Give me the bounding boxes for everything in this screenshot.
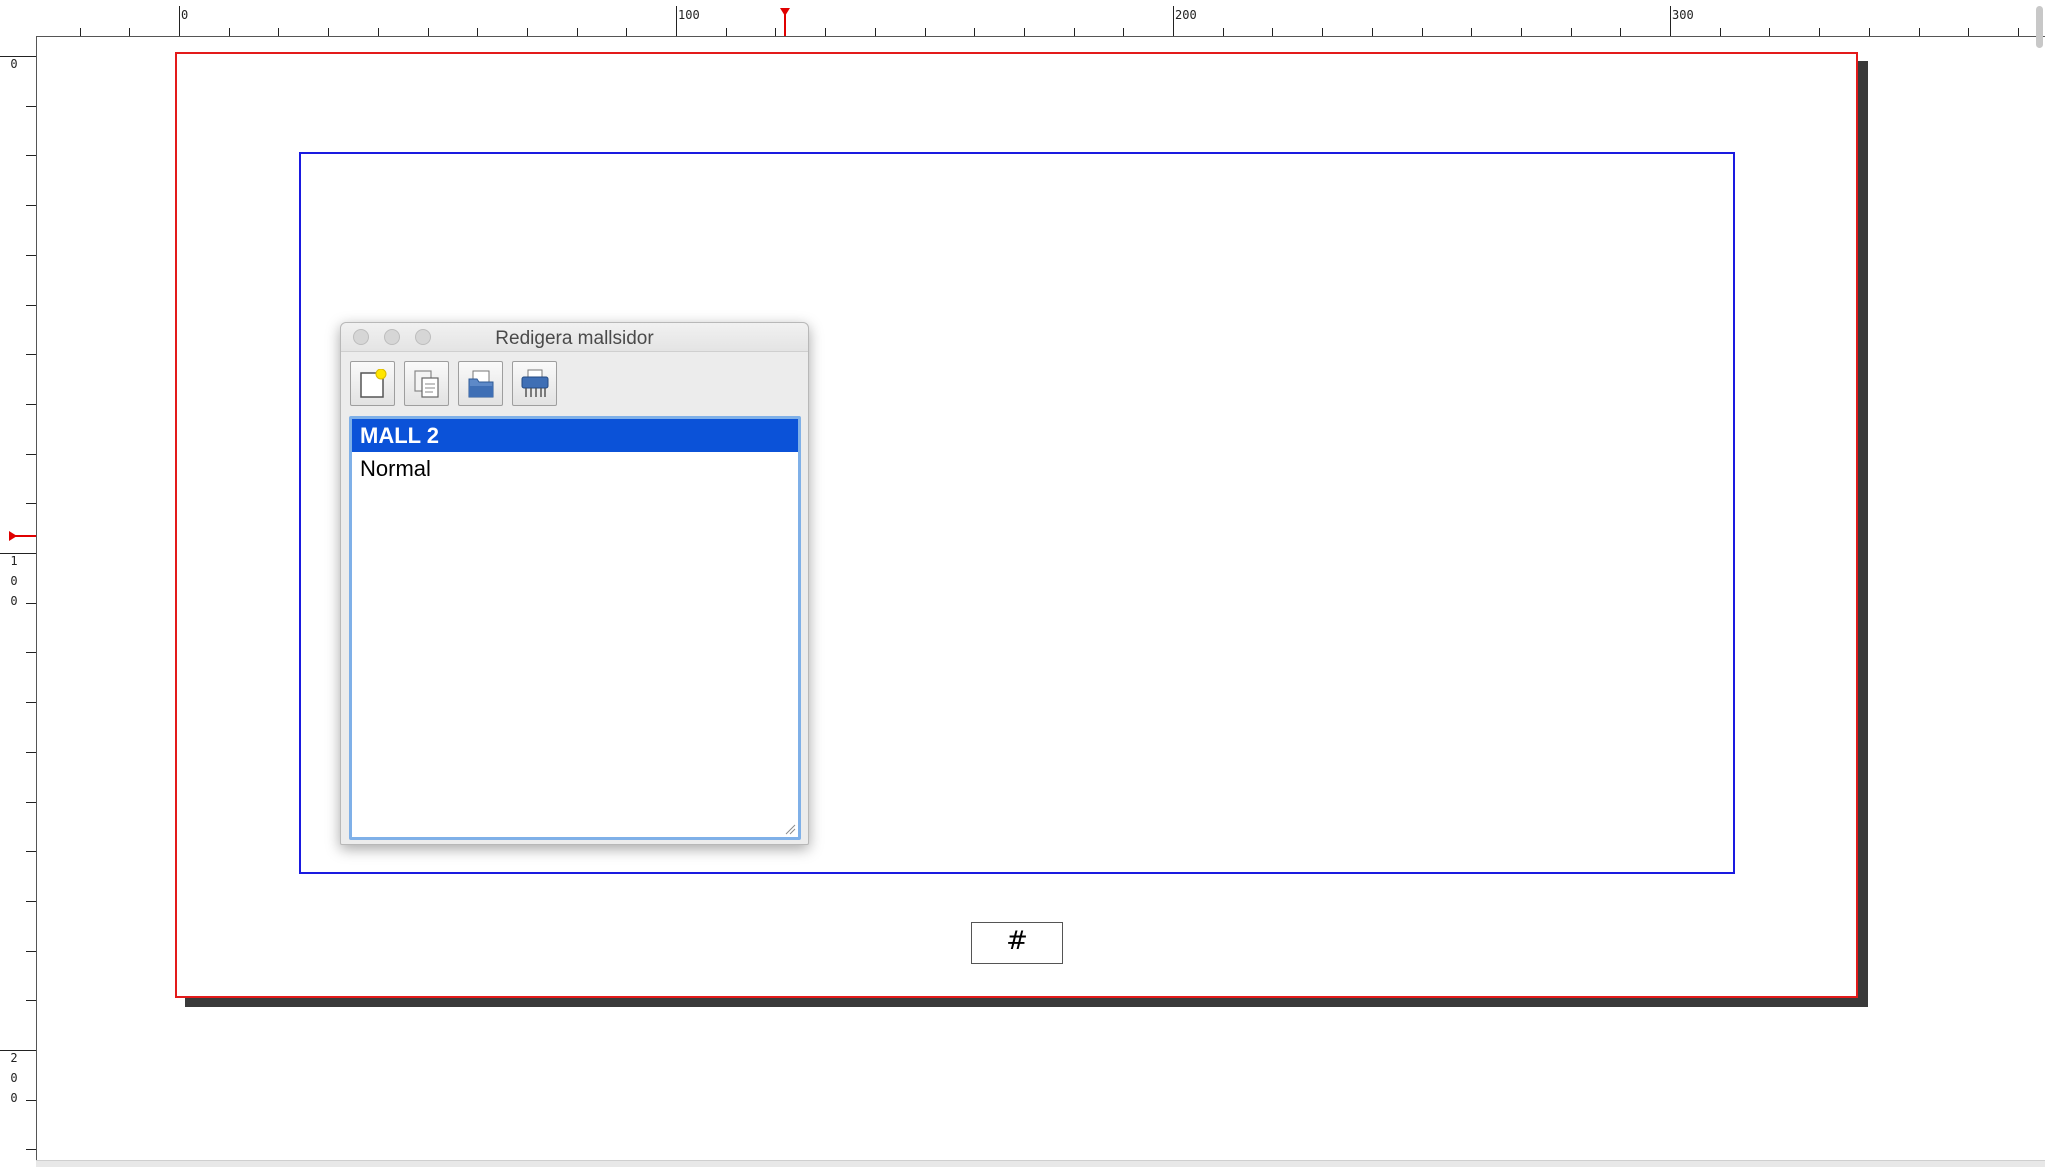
ruler-tick [228,28,230,36]
ruler-tick [26,403,36,405]
vertical-scrollbar-thumb[interactable] [2036,6,2043,48]
ruler-tick [0,1050,36,1051]
ruler-tick [1371,28,1373,36]
vruler-label-0: 0 [10,57,18,71]
ruler-tick [1222,28,1224,36]
ruler-tick [278,28,280,36]
ruler-tick [1769,28,1771,36]
edit-master-pages-palette[interactable]: Redigera mallsidor MALL 2 Normal [340,322,809,845]
ruler-tick [26,105,36,107]
ruler-tick [26,702,36,704]
vertical-cursor-line [14,535,36,537]
vruler-label-200-c: 0 [10,1091,18,1105]
ruler-tick [26,254,36,256]
page-number-frame[interactable]: # [971,922,1063,964]
ruler-tick [26,1000,36,1002]
vruler-label-100-a: 1 [10,554,18,568]
ruler-tick [26,354,36,356]
ruler-tick [874,28,876,36]
ruler-tick [1023,28,1025,36]
ruler-tick [377,28,379,36]
ruler-tick [1272,28,1274,36]
horizontal-cursor-marker [780,8,790,16]
ruler-tick [26,602,36,604]
palette-titlebar[interactable]: Redigera mallsidor [341,323,808,352]
ruler-tick [26,1099,36,1101]
import-master-page-button[interactable] [458,361,503,406]
import-icon [468,370,494,398]
resize-grip-icon[interactable] [784,823,796,835]
ruler-tick [1670,6,1671,36]
horizontal-cursor-line [784,14,786,36]
ruler-tick [2017,28,2019,36]
ruler-tick [1570,28,1572,36]
ruler-tick [26,801,36,803]
duplicate-master-page-button[interactable] [404,361,449,406]
ruler-tick [725,28,727,36]
duplicate-icon [414,370,439,398]
ruler-tick [1819,28,1821,36]
ruler-tick [26,900,36,902]
ruler-tick [26,751,36,753]
new-page-icon [360,369,387,398]
ruler-label-0: 0 [181,8,189,22]
ruler-tick [1173,6,1174,36]
ruler-tick [1520,28,1522,36]
ruler-tick [1918,28,1920,36]
vruler-label-200-a: 2 [10,1051,18,1065]
ruler-tick [0,553,36,554]
ruler-tick [79,28,81,36]
ruler-tick [974,28,976,36]
ruler-tick [26,503,36,505]
vruler-label-100-b: 0 [10,574,18,588]
ruler-tick [1620,28,1622,36]
ruler-tick [775,28,777,36]
ruler-tick [26,851,36,853]
ruler-tick [1471,28,1473,36]
shredder-icon [521,369,549,397]
ruler-tick [1868,28,1870,36]
ruler-tick [1123,28,1125,36]
ruler-tick [26,453,36,455]
ruler-tick [1421,28,1423,36]
ruler-tick [26,950,36,952]
ruler-tick [1073,28,1075,36]
ruler-tick [129,28,131,36]
ruler-tick [924,28,926,36]
vruler-label-100-c: 0 [10,594,18,608]
ruler-tick [26,1149,36,1151]
ruler-tick [0,56,36,57]
list-item[interactable]: Normal [352,452,798,485]
ruler-tick [26,205,36,207]
list-item[interactable]: MALL 2 [352,419,798,452]
vertical-ruler[interactable]: 0 1 0 0 2 0 0 [0,36,37,1160]
ruler-tick [26,304,36,306]
ruler-tick [526,28,528,36]
ruler-label-300: 300 [1672,8,1694,22]
delete-master-page-button[interactable] [512,361,557,406]
ruler-tick [825,28,827,36]
ruler-tick [427,28,429,36]
ruler-tick [1968,28,1970,36]
vruler-label-200-b: 0 [10,1071,18,1085]
new-master-page-button[interactable] [350,361,395,406]
horizontal-ruler[interactable]: 0 100 200 300 [0,6,2045,37]
palette-title: Redigera mallsidor [495,328,654,349]
ruler-tick [626,28,628,36]
ruler-tick [179,6,180,36]
ruler-label-100: 100 [678,8,700,22]
ruler-tick [26,652,36,654]
ruler-tick [1322,28,1324,36]
ruler-tick [26,155,36,157]
ruler-tick [477,28,479,36]
ruler-tick [576,28,578,36]
ruler-tick [676,6,677,36]
master-pages-list[interactable]: MALL 2 Normal [349,416,801,840]
vertical-cursor-marker [9,531,17,541]
ruler-tick [1719,28,1721,36]
ruler-tick [328,28,330,36]
ruler-label-200: 200 [1175,8,1197,22]
